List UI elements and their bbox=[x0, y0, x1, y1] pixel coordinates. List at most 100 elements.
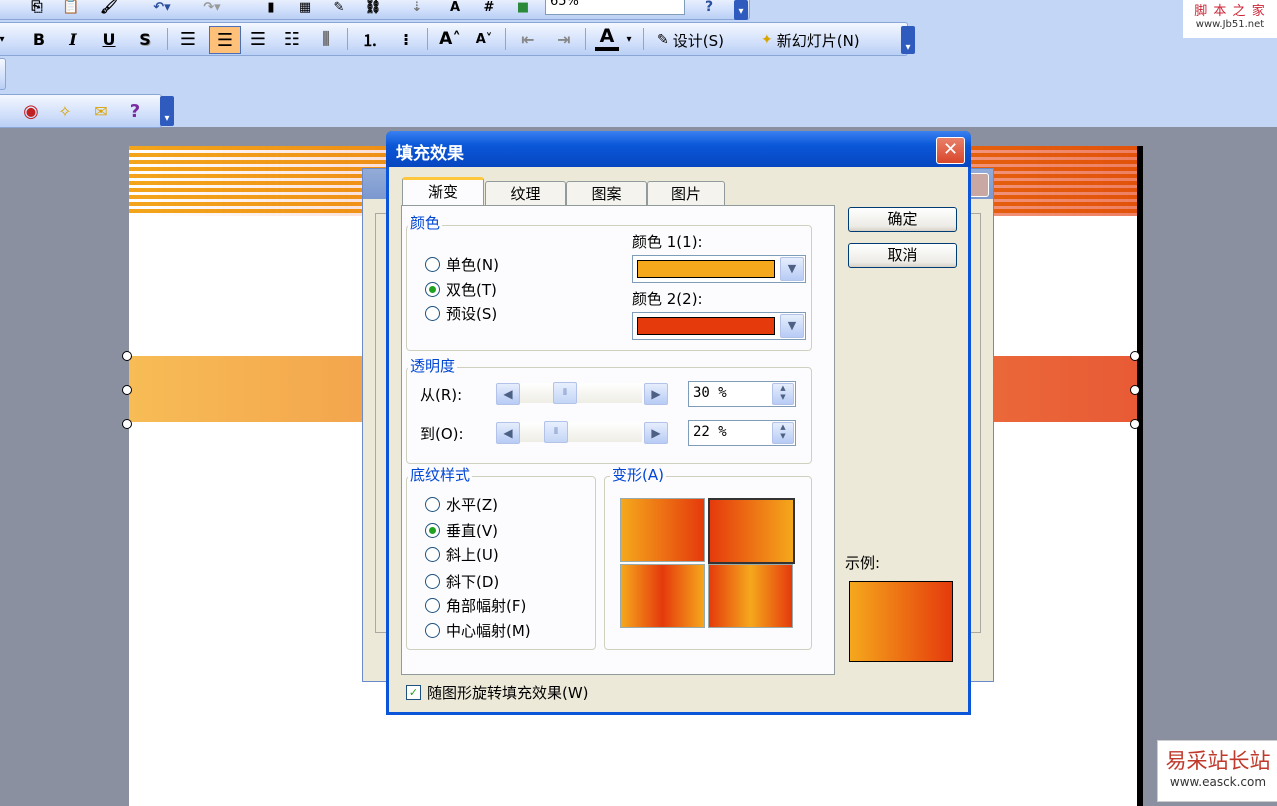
radio-label: 双色(T) bbox=[446, 281, 497, 299]
toolbar-area: ⎘ 📋 🖌 ↶▾ ↷▾ ▮ ▦ ✎ ⛓ ⇣ A # ■ 65% ? ▾ ▾ B … bbox=[0, 0, 1277, 128]
variant-2[interactable] bbox=[708, 498, 795, 564]
selection-handle[interactable] bbox=[1130, 419, 1140, 429]
scroll-left-icon[interactable]: ◀ bbox=[496, 383, 520, 405]
redo-icon[interactable]: ↷▾ bbox=[197, 0, 227, 19]
distributed-icon[interactable]: ⫼ bbox=[313, 27, 339, 51]
grid-icon[interactable]: # bbox=[477, 0, 501, 19]
from-slider-thumb[interactable]: ⦀ bbox=[553, 382, 577, 404]
separator bbox=[167, 28, 168, 50]
decrease-indent-icon[interactable]: ⇤ bbox=[515, 27, 541, 51]
to-spinner[interactable]: 22 % ▲ ▼ bbox=[688, 420, 796, 446]
separator bbox=[643, 28, 644, 50]
help-icon[interactable]: ? bbox=[123, 99, 147, 123]
selection-handle[interactable] bbox=[122, 419, 132, 429]
spin-updown-icon[interactable]: ▲ ▼ bbox=[772, 422, 794, 444]
watermark-easck: 易采站长站 www.easck.com bbox=[1157, 740, 1277, 802]
radio-one-color[interactable]: 单色(N) bbox=[425, 254, 499, 275]
font-color-button[interactable]: A bbox=[595, 25, 619, 51]
bullets-icon[interactable]: ⁝ bbox=[393, 27, 419, 51]
selection-handle[interactable] bbox=[122, 385, 132, 395]
undo-icon[interactable]: ↶▾ bbox=[147, 0, 177, 19]
bold-button[interactable]: B bbox=[27, 27, 51, 51]
animation-icon[interactable]: ✧ bbox=[53, 99, 77, 123]
expand-icon[interactable]: ⇣ bbox=[405, 0, 429, 19]
scroll-left-icon[interactable]: ◀ bbox=[496, 422, 520, 444]
paste-icon[interactable]: 📋 bbox=[59, 0, 83, 19]
dropdown-icon[interactable]: ▾ bbox=[0, 27, 7, 51]
toolbar-options-chevron[interactable]: ▾ bbox=[901, 26, 915, 54]
design-icon: ✎ bbox=[657, 32, 669, 48]
ok-button[interactable]: 确定 bbox=[848, 207, 957, 232]
table-icon[interactable]: ▦ bbox=[293, 0, 317, 19]
to-value: 22 % bbox=[693, 424, 727, 440]
variant-3[interactable] bbox=[620, 564, 705, 628]
to-slider-thumb[interactable]: ⦀ bbox=[544, 421, 568, 443]
tab-pattern[interactable]: 图案 bbox=[566, 181, 647, 206]
radio-two-colors[interactable]: 双色(T) bbox=[425, 279, 497, 300]
justify-icon[interactable]: ☷ bbox=[279, 27, 305, 51]
to-slider-track[interactable]: ⦀ bbox=[520, 421, 642, 443]
increase-indent-icon[interactable]: ⇥ bbox=[551, 27, 577, 51]
tab-picture[interactable]: 图片 bbox=[647, 181, 725, 206]
font-color-dropdown-icon[interactable]: ▾ bbox=[623, 27, 635, 51]
chart-icon[interactable]: ▮ bbox=[259, 0, 283, 19]
radio-from-center[interactable]: 中心幅射(M) bbox=[425, 620, 531, 641]
from-slider-track[interactable]: ⦀ bbox=[520, 382, 642, 404]
selection-handle[interactable] bbox=[122, 351, 132, 361]
zoom-combo[interactable]: 65% bbox=[545, 0, 685, 15]
color1-label: 颜色 1(1): bbox=[632, 233, 703, 251]
spin-updown-icon[interactable]: ▲ ▼ bbox=[772, 383, 794, 405]
shadow-button[interactable]: S bbox=[133, 27, 157, 51]
from-spinner[interactable]: 30 % ▲ ▼ bbox=[688, 381, 796, 407]
radio-dot bbox=[425, 497, 440, 512]
rotate-checkbox[interactable]: ✓ bbox=[406, 685, 421, 700]
separator bbox=[585, 28, 586, 50]
fill-effects-dialog: 填充效果 ✕ 渐变 纹理 图案 图片 颜色 单色(N) 双色(T) 预设(S) … bbox=[386, 131, 971, 715]
radio-vertical[interactable]: 垂直(V) bbox=[425, 520, 498, 541]
align-center-icon[interactable]: ☰ bbox=[209, 26, 241, 54]
numbering-icon[interactable]: ⒈ bbox=[357, 27, 383, 51]
rotate-checkbox-label[interactable]: 随图形旋转填充效果(W) bbox=[427, 682, 589, 703]
formatting-icon[interactable]: A bbox=[443, 0, 467, 19]
close-button[interactable]: ✕ bbox=[936, 137, 965, 164]
help-icon[interactable]: ? bbox=[697, 0, 721, 19]
radio-preset[interactable]: 预设(S) bbox=[425, 303, 497, 324]
copy-icon[interactable]: ⎘ bbox=[25, 0, 49, 19]
underline-button[interactable]: U bbox=[97, 27, 121, 51]
color2-combo[interactable]: ▼ bbox=[632, 312, 806, 340]
align-left-icon[interactable]: ☰ bbox=[175, 27, 201, 51]
scroll-right-icon[interactable]: ▶ bbox=[644, 422, 668, 444]
new-slide-button[interactable]: ✦ 新幻灯片(N) bbox=[761, 29, 860, 51]
drawing-icon[interactable]: ✎ bbox=[327, 0, 351, 19]
color1-combo[interactable]: ▼ bbox=[632, 255, 806, 283]
color1-swatch bbox=[637, 260, 775, 278]
toolbar-options-chevron[interactable]: ▾ bbox=[160, 96, 174, 126]
align-right-icon[interactable]: ☰ bbox=[245, 27, 271, 51]
cancel-button[interactable]: 取消 bbox=[848, 243, 957, 268]
color2-label: 颜色 2(2): bbox=[632, 290, 703, 308]
variant-4[interactable] bbox=[708, 564, 793, 628]
tab-texture[interactable]: 纹理 bbox=[485, 181, 566, 206]
radio-label: 水平(Z) bbox=[446, 496, 498, 514]
color-wheel-icon[interactable]: ◉ bbox=[19, 99, 43, 123]
chevron-down-icon[interactable]: ▼ bbox=[780, 257, 804, 281]
scroll-right-icon[interactable]: ▶ bbox=[644, 383, 668, 405]
design-button[interactable]: ✎ 设计(S) bbox=[657, 29, 724, 51]
decrease-font-icon[interactable]: A˅ bbox=[471, 27, 497, 51]
variant-1[interactable] bbox=[620, 498, 705, 562]
radio-diagonal-up[interactable]: 斜上(U) bbox=[425, 544, 499, 565]
radio-horizontal[interactable]: 水平(Z) bbox=[425, 494, 498, 515]
color-view-icon[interactable]: ■ bbox=[511, 0, 535, 19]
radio-from-corner[interactable]: 角部幅射(F) bbox=[425, 595, 526, 616]
format-painter-icon[interactable]: 🖌 bbox=[97, 0, 121, 19]
chevron-down-icon[interactable]: ▼ bbox=[780, 314, 804, 338]
selection-handle[interactable] bbox=[1130, 385, 1140, 395]
italic-button[interactable]: I bbox=[61, 27, 85, 51]
increase-font-icon[interactable]: A˄ bbox=[437, 27, 463, 51]
mail-icon[interactable]: ✉ bbox=[89, 99, 113, 123]
radio-label: 垂直(V) bbox=[446, 522, 498, 540]
toolbar-options-chevron[interactable]: ▾ bbox=[734, 0, 748, 20]
hyperlink-icon[interactable]: ⛓ bbox=[361, 0, 385, 19]
selection-handle[interactable] bbox=[1130, 351, 1140, 361]
radio-diagonal-down[interactable]: 斜下(D) bbox=[425, 571, 499, 592]
